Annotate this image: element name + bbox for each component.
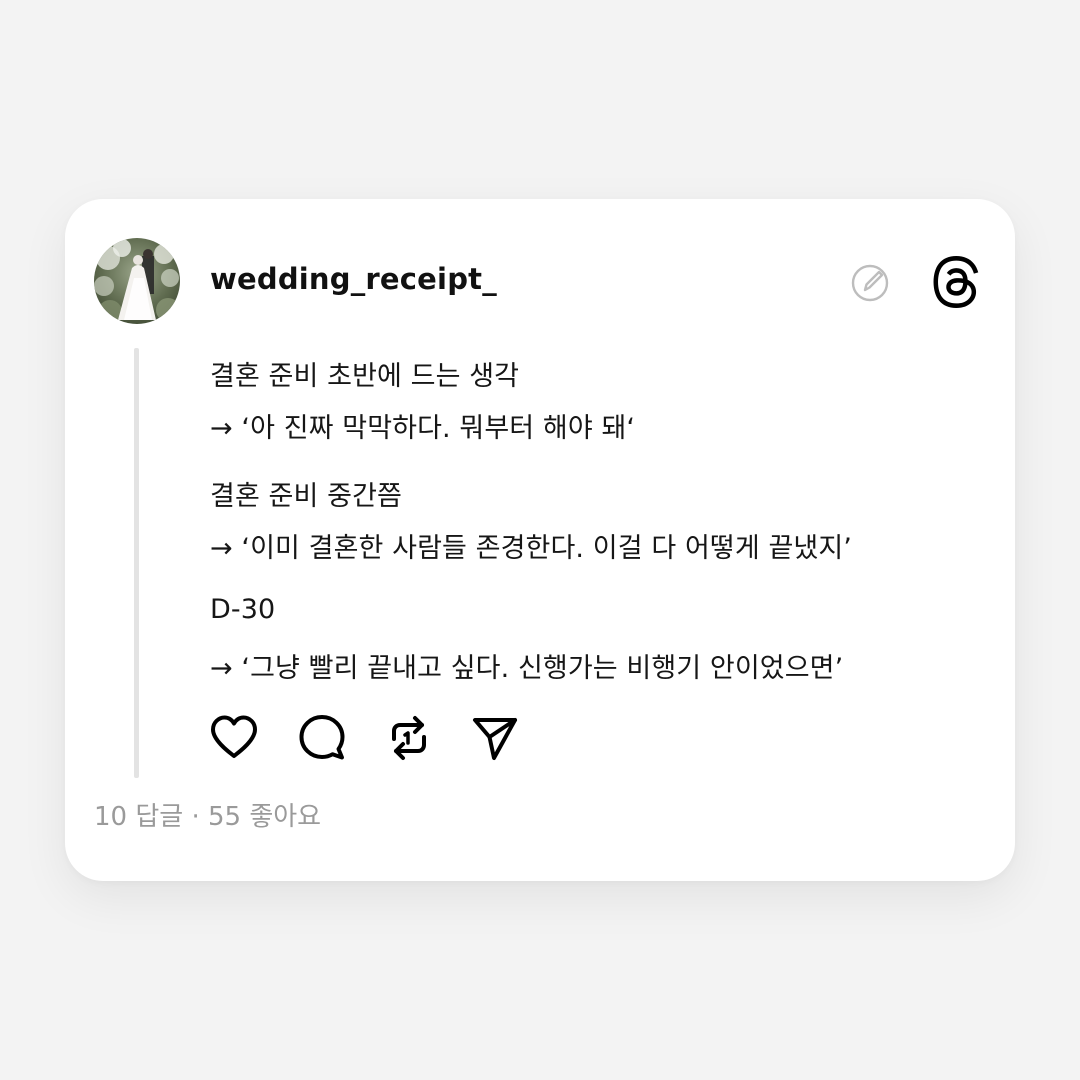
comment-bubble-icon[interactable] — [297, 713, 347, 763]
threads-logo-icon[interactable] — [930, 254, 982, 310]
send-paper-plane-icon[interactable] — [470, 713, 520, 763]
post-stats[interactable]: 10 답글 · 55 좋아요 — [94, 796, 321, 833]
post-text-line: → ‘이미 결혼한 사람들 존경한다. 이걸 다 어떻게 끝냈지’ — [210, 533, 852, 564]
post-text-line: → ‘그냥 빨리 끝내고 싶다. 신행가는 비행기 안이었으면’ — [210, 653, 844, 684]
thread-line — [134, 348, 139, 778]
post-text-line: D-30 — [210, 594, 276, 625]
avatar[interactable] — [94, 238, 180, 324]
username[interactable]: wedding_receipt_ — [210, 262, 497, 296]
repost-arrows-icon[interactable] — [384, 713, 434, 763]
post-text-line: 결혼 준비 초반에 드는 생각 — [210, 361, 520, 392]
heart-icon[interactable] — [209, 713, 259, 763]
post-text-line: 결혼 준비 중간쯤 — [210, 481, 402, 512]
edit-pencil-icon[interactable] — [850, 263, 890, 303]
post-text-line: → ‘아 진짜 막막하다. 뭐부터 해야 돼‘ — [210, 413, 636, 444]
